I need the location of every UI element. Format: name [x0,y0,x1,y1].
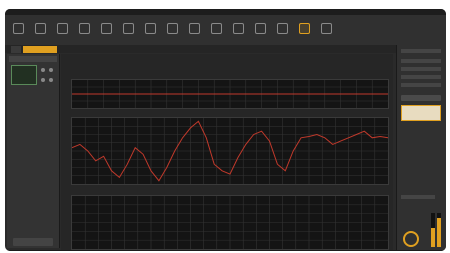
level-meter-fill [437,218,441,247]
toolbar-icon[interactable] [145,23,156,34]
indicator-icon [41,68,45,72]
toolbar-icon[interactable] [167,23,178,34]
chart-bottom[interactable] [71,195,389,250]
indicator-icon [49,78,53,82]
indicator-icon [41,78,45,82]
chart-area [61,54,393,250]
toolbar-icon[interactable] [321,23,332,34]
toolbar-icon[interactable] [233,23,244,34]
app-window [5,9,446,251]
right-panel [396,45,446,251]
toolbar-icon[interactable] [277,23,288,34]
toolbar-icon[interactable] [299,23,310,34]
toolbar-icon[interactable] [101,23,112,34]
chart-top[interactable] [71,79,389,109]
toolbar-icon[interactable] [79,23,90,34]
tab-home[interactable] [11,46,21,53]
chart-toolbar [323,73,341,88]
chart-toolbar [315,188,339,203]
gain-knob[interactable] [403,231,419,247]
toolbar-icon[interactable] [35,23,46,34]
right-panel-row[interactable] [401,67,441,71]
indicator-icon [49,68,53,72]
right-panel-header [401,49,441,53]
chart-toolbar [350,110,368,125]
right-panel-row[interactable] [401,59,441,63]
right-panel-button[interactable] [401,95,441,101]
left-panel-header [9,56,57,62]
right-panel-row[interactable] [401,83,441,87]
toolbar-icon[interactable] [57,23,68,34]
level-meter-right [437,213,441,247]
toolbar-icon[interactable] [13,23,24,34]
level-meter-left [431,213,435,247]
toolbar-icon[interactable] [123,23,134,34]
tab-active[interactable] [23,46,57,53]
toolbar-icon[interactable] [211,23,222,34]
tab-strip [5,45,446,53]
level-display [11,65,37,85]
chart-middle[interactable] [71,117,389,185]
toolbar-icon[interactable] [189,23,200,34]
left-panel-button[interactable] [13,238,53,246]
level-meter-fill [431,228,435,247]
status-bar [5,250,446,251]
toolbar-icon[interactable] [255,23,266,34]
right-panel-row[interactable] [401,195,435,199]
ribbon-toolbar [5,15,446,46]
selected-item[interactable] [401,105,441,121]
left-panel [7,54,60,248]
right-panel-row[interactable] [401,75,441,79]
